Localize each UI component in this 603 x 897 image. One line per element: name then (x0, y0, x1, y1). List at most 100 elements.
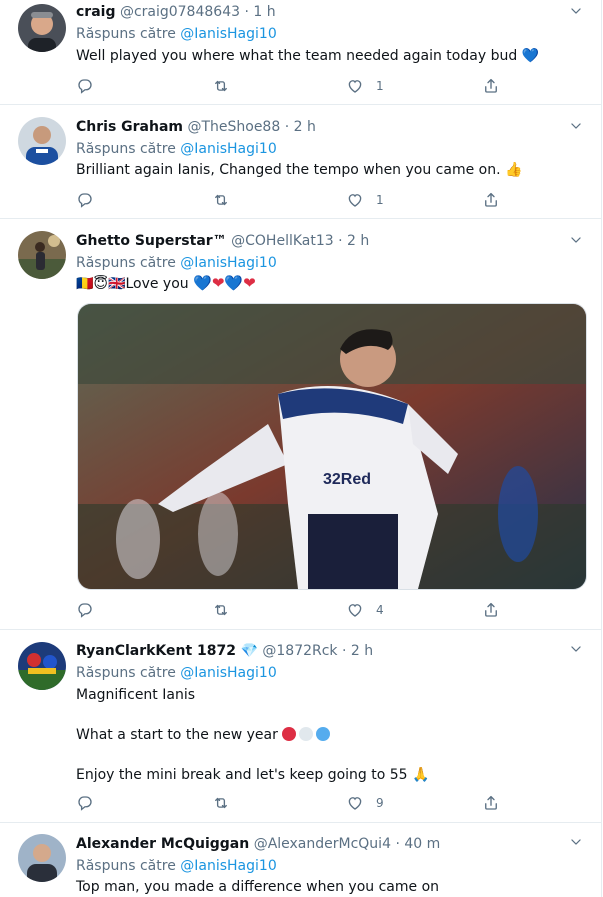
display-name[interactable]: Chris Graham (76, 119, 183, 135)
red-circle-emoji (282, 727, 297, 741)
tweet-text-content: What a start to the new year (76, 727, 278, 743)
share-button[interactable] (482, 793, 500, 813)
share-button[interactable] (482, 190, 500, 210)
reply-context: Răspuns către @IanisHagi10 (76, 24, 277, 44)
like-button[interactable]: 1 (346, 190, 384, 210)
avatar[interactable] (18, 231, 66, 279)
chevron-down-icon[interactable] (569, 4, 583, 18)
reply-prefix: Răspuns către (76, 858, 176, 874)
timestamp[interactable]: 1 h (253, 4, 275, 20)
user-handle[interactable]: @1872Rck (262, 643, 337, 659)
retweet-icon (212, 77, 230, 95)
mention-link[interactable]: @IanisHagi10 (180, 255, 276, 271)
chevron-down-icon[interactable] (569, 642, 583, 656)
timestamp[interactable]: 2 h (347, 233, 369, 249)
tweet-actions: 1 (76, 190, 496, 210)
user-handle[interactable]: @AlexanderMcQui4 (254, 836, 391, 852)
user-handle[interactable]: @TheShoe88 (187, 119, 280, 135)
like-icon (346, 191, 364, 209)
mention-link[interactable]: @IanisHagi10 (180, 665, 276, 681)
like-button[interactable]: 1 (346, 76, 384, 96)
avatar[interactable] (18, 117, 66, 165)
like-button[interactable]: 9 (346, 793, 384, 813)
reply-button[interactable] (76, 793, 94, 813)
praying-hands-emoji: 🙏 (412, 767, 430, 783)
reply-icon (76, 794, 94, 812)
share-icon (482, 601, 500, 619)
mention-link[interactable]: @IanisHagi10 (180, 858, 276, 874)
chevron-down-icon[interactable] (569, 233, 583, 247)
chevron-down-icon[interactable] (569, 119, 583, 133)
tweet-text: Brilliant again Ianis, Changed the tempo… (76, 160, 522, 180)
like-count: 1 (376, 79, 384, 93)
tweet-craig[interactable]: craig @craig07848643 · 1 h Răspuns către… (0, 0, 601, 105)
reply-prefix: Răspuns către (76, 26, 176, 42)
reply-prefix: Răspuns către (76, 255, 176, 271)
tweet-text-line-2: What a start to the new year (76, 725, 333, 745)
avatar[interactable] (18, 642, 66, 690)
display-name[interactable]: Ghetto Superstar™ (76, 233, 227, 249)
avatar[interactable] (18, 834, 66, 882)
tweet-actions: 1 (76, 76, 496, 96)
share-button[interactable] (482, 600, 500, 620)
flags-emoji: 🇷🇴😇🇬🇧 (76, 276, 126, 292)
reply-context: Răspuns către @IanisHagi10 (76, 253, 277, 273)
tweet-text: Well played you where what the team need… (76, 46, 539, 66)
user-handle[interactable]: @COHellKat13 (231, 233, 334, 249)
share-icon (482, 77, 500, 95)
user-handle[interactable]: @craig07848643 (120, 4, 240, 20)
separator: · (338, 233, 343, 249)
like-button[interactable]: 4 (346, 600, 384, 620)
tweet-chris-graham[interactable]: Chris Graham @TheShoe88 · 2 h Răspuns că… (0, 105, 601, 219)
display-name[interactable]: Alexander McQuiggan (76, 836, 249, 852)
mention-link[interactable]: @IanisHagi10 (180, 26, 276, 42)
like-icon (346, 601, 364, 619)
reply-button[interactable] (76, 76, 94, 96)
reply-button[interactable] (76, 600, 94, 620)
white-circle-emoji (299, 727, 314, 741)
tweet-photo[interactable]: 32Red (77, 303, 587, 590)
tweet-header: Ghetto Superstar™ @COHellKat13 · 2 h (76, 231, 369, 251)
reply-button[interactable] (76, 190, 94, 210)
tweet-ghetto-superstar[interactable]: Ghetto Superstar™ @COHellKat13 · 2 h Răs… (0, 219, 601, 630)
timestamp[interactable]: 40 m (404, 836, 440, 852)
reply-prefix: Răspuns către (76, 665, 176, 681)
blue-circle-emoji (316, 727, 331, 741)
reply-feed: craig @craig07848643 · 1 h Răspuns către… (0, 0, 602, 897)
retweet-button[interactable] (212, 190, 230, 210)
tweet-alexander-mcquiggan[interactable]: Alexander McQuiggan @AlexanderMcQui4 · 4… (0, 823, 601, 897)
retweet-button[interactable] (212, 793, 230, 813)
reply-context: Răspuns către @IanisHagi10 (76, 663, 277, 683)
share-button[interactable] (482, 76, 500, 96)
reply-prefix: Răspuns către (76, 141, 176, 157)
timestamp[interactable]: 2 h (351, 643, 373, 659)
red-heart-emoji: ❤ (211, 274, 225, 292)
retweet-button[interactable] (212, 600, 230, 620)
retweet-button[interactable] (212, 76, 230, 96)
tweet-text-content: Love you (125, 276, 189, 292)
tweet-header: RyanClarkKent 1872 💎 @1872Rck · 2 h (76, 641, 373, 661)
tweet-ryanclarkkent[interactable]: RyanClarkKent 1872 💎 @1872Rck · 2 h Răsp… (0, 630, 601, 823)
share-icon (482, 794, 500, 812)
separator: · (342, 643, 347, 659)
chevron-down-icon[interactable] (569, 835, 583, 849)
timestamp[interactable]: 2 h (294, 119, 316, 135)
share-icon (482, 191, 500, 209)
reply-context: Răspuns către @IanisHagi10 (76, 856, 277, 876)
like-icon (346, 77, 364, 95)
display-name[interactable]: RyanClarkKent 1872 (76, 643, 236, 659)
display-name[interactable]: craig (76, 4, 115, 20)
tweet-header: Alexander McQuiggan @AlexanderMcQui4 · 4… (76, 834, 440, 854)
separator: · (395, 836, 400, 852)
blue-heart-emoji: 💙 (521, 48, 540, 64)
avatar[interactable] (18, 4, 66, 52)
separator: · (284, 119, 290, 135)
reply-icon (76, 601, 94, 619)
tweet-text-content: Enjoy the mini break and let's keep goin… (76, 767, 408, 783)
reply-context: Răspuns către @IanisHagi10 (76, 139, 277, 159)
thumbs-up-emoji: 👍 (505, 162, 523, 178)
like-count: 1 (376, 193, 384, 207)
mention-link[interactable]: @IanisHagi10 (180, 141, 276, 157)
retweet-icon (212, 601, 230, 619)
reply-icon (76, 191, 94, 209)
